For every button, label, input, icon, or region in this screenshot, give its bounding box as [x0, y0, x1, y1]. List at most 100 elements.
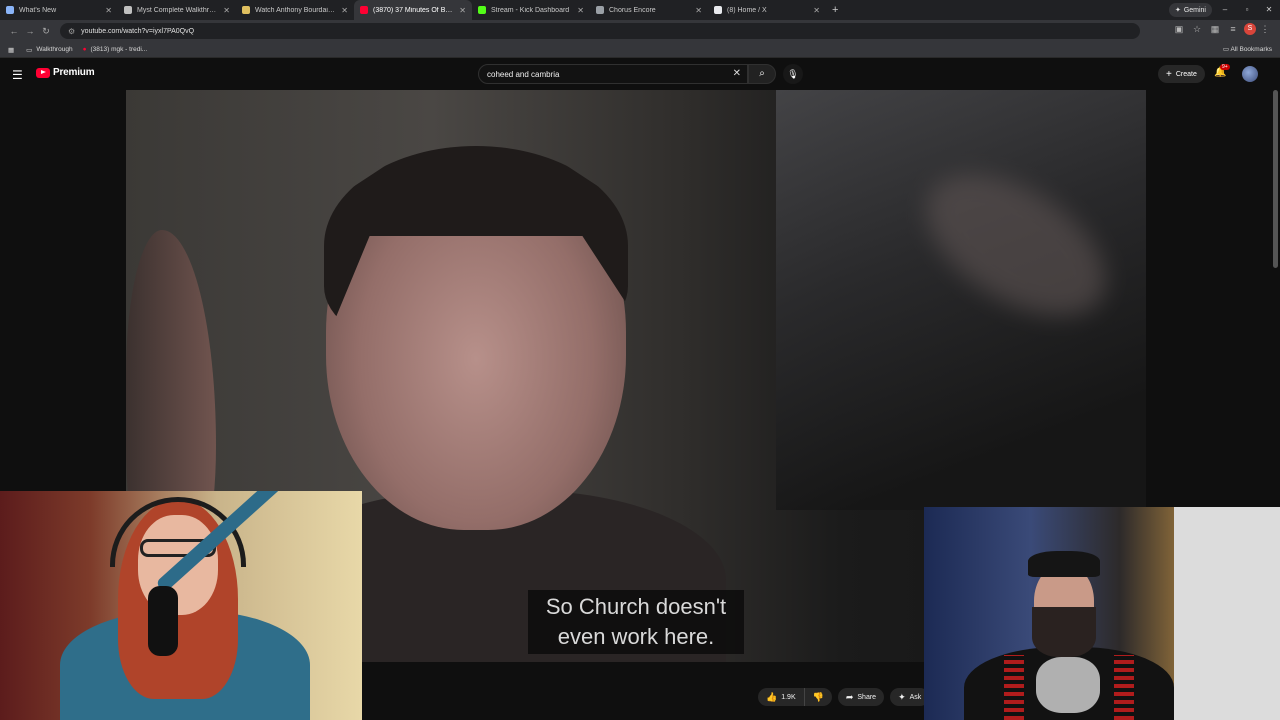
like-dislike-group: 👍 1.9K 👎: [758, 688, 832, 706]
tab-close-icon[interactable]: ✕: [813, 6, 820, 15]
site-info-icon[interactable]: ⚙: [68, 27, 75, 36]
browser-tab[interactable]: (8) Home / X ✕: [708, 0, 826, 20]
tab-close-icon[interactable]: ✕: [223, 6, 230, 15]
browser-tab[interactable]: Watch Anthony Bourdain's A Co ✕: [236, 0, 354, 20]
microphone: [148, 586, 178, 656]
tab-close-icon[interactable]: ✕: [695, 6, 702, 15]
search-button[interactable]: ⌕: [748, 64, 776, 84]
video-subtitle: So Church doesn't even work here.: [528, 590, 744, 654]
tab-close-icon[interactable]: ✕: [341, 6, 348, 15]
create-label: Create: [1175, 70, 1197, 78]
all-bookmarks-button[interactable]: ▭ All Bookmarks: [1223, 45, 1272, 53]
youtube-play-icon: [36, 67, 50, 78]
search-value: coheed and cambria: [487, 69, 560, 79]
browser-tab[interactable]: Chorus Encore ✕: [590, 0, 708, 20]
clear-search-icon[interactable]: ✕: [733, 68, 741, 79]
browser-tab[interactable]: Myst Complete Walkthrough - ✕: [118, 0, 236, 20]
sparkle-icon: ✦: [898, 691, 906, 702]
tab-title: What's New: [19, 6, 57, 14]
ask-label: Ask: [909, 693, 922, 701]
bookmark-item[interactable]: ▭ Walkthrough: [26, 46, 72, 54]
voice-search-button[interactable]: 🎙: [783, 64, 803, 84]
tab-title: Myst Complete Walkthrough -: [137, 6, 219, 14]
tab-favicon-icon: [478, 6, 486, 14]
tab-title: (3870) 37 Minutes Of Barta: [373, 6, 456, 14]
gemini-label: Gemini: [1183, 6, 1206, 14]
create-button[interactable]: + Create: [1158, 65, 1205, 83]
address-bar[interactable]: ⚙ youtube.com/watch?v=iyxl7PA0QvQ: [60, 23, 1140, 39]
tab-close-icon[interactable]: ✕: [105, 6, 112, 15]
like-count: 1.9K: [781, 693, 796, 701]
new-tab-button[interactable]: +: [832, 4, 838, 16]
tab-close-icon[interactable]: ✕: [459, 6, 466, 15]
webcam-overlay-left: [0, 491, 362, 720]
video-actions: 👍 1.9K 👎 ➦ Share ✦ Ask: [758, 688, 935, 706]
subtitle-line-2: even work here.: [557, 624, 715, 649]
webcam-overlay-right: [924, 507, 1280, 720]
dislike-button[interactable]: 👎: [805, 692, 832, 703]
thumbs-up-icon: 👍: [766, 691, 778, 702]
account-avatar[interactable]: [1242, 66, 1258, 82]
forward-icon[interactable]: →: [22, 26, 38, 36]
microphone-icon: 🎙: [787, 69, 799, 79]
like-button[interactable]: 👍 1.9K: [758, 688, 805, 706]
tab-favicon-icon: [6, 6, 14, 14]
tab-title: Stream - Kick Dashboard: [491, 6, 570, 14]
reload-icon[interactable]: ↻: [38, 26, 54, 37]
tab-favicon-icon: [714, 6, 722, 14]
sparkle-icon: ✦: [1174, 7, 1181, 14]
share-label: Share: [857, 693, 877, 701]
window-controls: – ▫ ✕: [1214, 0, 1280, 20]
close-icon[interactable]: ✕: [1258, 0, 1280, 20]
folder-icon: ▭: [26, 46, 33, 54]
logo-text: Premium: [53, 67, 95, 78]
browser-tab-strip: What's New✕Myst Complete Walkthrough -✕W…: [0, 0, 1280, 20]
browser-tab[interactable]: Stream - Kick Dashboard ✕: [472, 0, 590, 20]
beard: [1032, 607, 1096, 657]
subtitle-line-1: So Church doesn't: [545, 594, 727, 619]
hamburger-menu-icon[interactable]: ☰: [12, 68, 23, 82]
tab-title: (8) Home / X: [727, 6, 767, 14]
youtube-header: ☰ Premium coheed and cambria ✕ ⌕ 🎙 + Cre…: [0, 58, 1280, 90]
profile-avatar[interactable]: S: [1244, 23, 1256, 35]
tab-close-icon[interactable]: ✕: [577, 6, 584, 15]
install-app-icon[interactable]: ▣: [1170, 24, 1188, 35]
tab-title: Chorus Encore: [609, 6, 656, 14]
media-icon[interactable]: ≡: [1224, 24, 1242, 34]
tab-title: Watch Anthony Bourdain's A Co: [255, 6, 337, 14]
browser-toolbar: ← → ↻ ⚙ youtube.com/watch?v=iyxl7PA0QvQ …: [0, 20, 1280, 42]
extensions-icon[interactable]: ▦: [1206, 24, 1224, 35]
tab-favicon-icon: [124, 6, 132, 14]
share-icon: ➦: [845, 691, 854, 702]
bookmark-label: (3813) mgk - tredi...: [90, 46, 148, 53]
minimize-icon[interactable]: –: [1214, 0, 1236, 20]
browser-tab[interactable]: (3870) 37 Minutes Of Barta ✕: [354, 0, 472, 20]
bookmarks-bar: ▦ ▭ Walkthrough ● (3813) mgk - tredi... ▭ A…: [0, 42, 1280, 58]
bookmark-star-icon[interactable]: ☆: [1188, 24, 1206, 35]
shirt-print: [1036, 657, 1100, 713]
bookmark-label: Walkthrough: [36, 46, 73, 53]
back-icon[interactable]: ←: [6, 26, 22, 36]
maximize-icon[interactable]: ▫: [1236, 0, 1258, 20]
all-bookmarks-label: All Bookmarks: [1230, 46, 1272, 53]
bookmark-item[interactable]: ● (3813) mgk - tredi...: [83, 46, 148, 53]
hat: [1028, 551, 1100, 577]
share-button[interactable]: ➦ Share: [837, 688, 885, 706]
notification-badge: 9+: [1220, 64, 1230, 70]
tab-favicon-icon: [360, 6, 368, 14]
youtube-icon: ●: [82, 46, 87, 53]
plaid-sleeve-right: [1114, 655, 1134, 720]
apps-icon[interactable]: ▦: [8, 46, 14, 54]
browser-tab[interactable]: What's New ✕: [0, 0, 118, 20]
gemini-button[interactable]: ✦ Gemini: [1168, 3, 1212, 17]
menu-icon[interactable]: ⋮: [1256, 24, 1274, 35]
url-text: youtube.com/watch?v=iyxl7PA0QvQ: [81, 27, 195, 35]
page-scrollbar[interactable]: [1273, 90, 1278, 720]
tab-favicon-icon: [242, 6, 250, 14]
search-input[interactable]: coheed and cambria ✕: [478, 64, 748, 84]
notifications-button[interactable]: 🔔 9+: [1214, 64, 1230, 78]
tab-favicon-icon: [596, 6, 604, 14]
scrollbar-thumb[interactable]: [1273, 90, 1278, 268]
background-wall: [1174, 507, 1280, 720]
youtube-premium-logo[interactable]: Premium: [36, 67, 95, 78]
